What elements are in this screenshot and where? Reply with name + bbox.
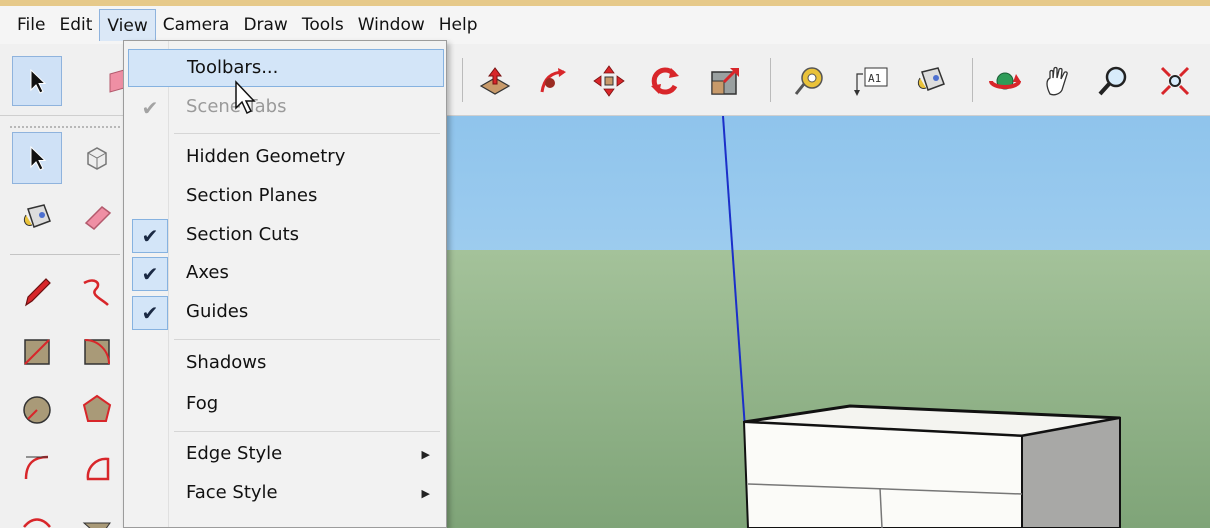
text-icon: A1 [854, 67, 888, 96]
push-pull-tool-button[interactable] [470, 56, 520, 106]
follow-me-tool-button[interactable] [528, 56, 578, 106]
pencil-icon [25, 278, 51, 307]
scale-tool-button[interactable] [700, 56, 750, 106]
zoom-tool-button[interactable] [1088, 56, 1138, 106]
scale-icon [711, 68, 739, 95]
menu-item-label: Fog [186, 393, 219, 414]
menu-item-hidden-geometry[interactable]: Hidden Geometry [128, 139, 444, 177]
left-paint-bucket-tool-button[interactable] [12, 192, 62, 244]
circle-tool-button[interactable] [12, 384, 62, 436]
check-icon: ✔ [132, 257, 168, 291]
move-icon [593, 65, 625, 97]
toolbar-grip [10, 126, 120, 128]
menu-item-shadows[interactable]: Shadows [128, 345, 444, 383]
select-tool-button[interactable] [12, 56, 62, 106]
mouse-cursor-icon [235, 80, 256, 115]
menu-item-label: Guides [186, 301, 249, 322]
menu-item-section-planes[interactable]: Section Planes [128, 178, 444, 216]
sketchup-window: File Edit View Camera Draw Tools Window … [0, 0, 1210, 528]
circle-icon [23, 396, 51, 424]
follow-me-icon [540, 68, 566, 93]
submenu-arrow-icon: ▶ [421, 448, 430, 461]
make-component-tool-button[interactable] [72, 132, 122, 184]
eraser-icon [84, 206, 112, 230]
menu-file[interactable]: File [10, 9, 52, 41]
make-component-icon [87, 147, 107, 170]
polygon-tool-button[interactable] [72, 384, 122, 436]
menu-item-label: Toolbars... [187, 57, 279, 78]
text-tool-button[interactable]: A1 [846, 56, 896, 106]
menu-item-guides[interactable]: ✔ Guides [128, 294, 444, 332]
pie-tool-button[interactable] [72, 442, 122, 494]
check-icon: ✔ [141, 96, 159, 120]
freehand-tool-button[interactable] [72, 266, 122, 318]
menu-item-scene-tabs[interactable]: ✔ Scene Tabs [128, 89, 444, 127]
rectangle-icon [82, 522, 111, 528]
menu-item-label: Section Planes [186, 185, 318, 206]
svg-text:A1: A1 [868, 72, 881, 85]
submenu-arrow-icon: ▶ [421, 487, 430, 500]
menu-item-label: Axes [186, 262, 229, 283]
orbit-tool-button[interactable] [980, 56, 1030, 106]
menu-item-axes[interactable]: ✔ Axes [128, 255, 444, 293]
left-tool-partial-b[interactable] [72, 498, 122, 528]
eraser-icon [109, 69, 125, 93]
check-icon: ✔ [132, 219, 168, 253]
left-select-tool-button[interactable] [12, 132, 62, 184]
menu-item-face-style[interactable]: Face Style ▶ [128, 475, 444, 513]
menu-view[interactable]: View [99, 9, 156, 41]
view-menu-dropdown: Toolbars... ✔ Scene Tabs Hidden Geometry… [123, 40, 447, 528]
zoom-extents-icon [1160, 66, 1190, 96]
paint-bucket-tool-button[interactable] [906, 56, 956, 106]
arc-tool-button[interactable] [12, 442, 62, 494]
left-toolbar [0, 116, 130, 528]
select-icon [30, 68, 47, 94]
push-pull-icon [479, 67, 511, 95]
polygon-icon [82, 394, 112, 422]
paint-bucket-icon [23, 204, 51, 228]
paint-bucket-icon [917, 67, 945, 91]
eraser-tool-button[interactable] [96, 56, 126, 106]
pencil-tool-button[interactable] [12, 266, 62, 318]
menu-help[interactable]: Help [432, 9, 485, 41]
menu-item-label: Edge Style [186, 443, 283, 464]
menu-item-section-cuts[interactable]: ✔ Section Cuts [128, 217, 444, 255]
left-eraser-tool-button[interactable] [72, 192, 122, 244]
menu-bar: File Edit View Camera Draw Tools Window … [0, 6, 1210, 44]
zoom-icon [1098, 66, 1127, 96]
pie-icon [86, 457, 110, 481]
rotate-tool-button[interactable] [640, 56, 690, 106]
left-tool-partial-a[interactable] [12, 498, 62, 528]
menu-item-label: Section Cuts [186, 224, 300, 245]
tape-measure-tool-button[interactable] [784, 56, 834, 106]
rectangle-tool-button[interactable] [12, 326, 62, 378]
freehand-icon [83, 279, 109, 306]
pan-tool-button[interactable] [1034, 56, 1084, 106]
menu-item-label: Hidden Geometry [186, 146, 346, 167]
pan-icon [1046, 66, 1068, 96]
box-model [742, 404, 1121, 528]
rotated-rectangle-icon [84, 339, 110, 365]
tape-measure-icon [794, 67, 823, 95]
menu-camera[interactable]: Camera [156, 9, 237, 41]
rotate-icon [651, 67, 679, 95]
menu-item-toolbars[interactable]: Toolbars... [128, 49, 444, 87]
menu-draw[interactable]: Draw [236, 9, 294, 41]
rotated-rectangle-tool-button[interactable] [72, 326, 122, 378]
rectangle-icon [24, 339, 50, 365]
zoom-extents-tool-button[interactable] [1150, 56, 1200, 106]
menu-window[interactable]: Window [351, 9, 432, 41]
orbit-icon [989, 72, 1021, 90]
menu-item-label: Face Style [186, 482, 278, 503]
select-icon [30, 145, 47, 171]
check-icon: ✔ [132, 296, 168, 330]
menu-item-fog[interactable]: Fog [128, 386, 444, 424]
move-tool-button[interactable] [584, 56, 634, 106]
menu-item-label: Shadows [186, 352, 267, 373]
menu-edit[interactable]: Edit [52, 9, 99, 41]
menu-tools[interactable]: Tools [295, 9, 351, 41]
arc-icon [24, 455, 49, 480]
arc-icon [23, 518, 51, 528]
menu-item-edge-style[interactable]: Edge Style ▶ [128, 436, 444, 474]
